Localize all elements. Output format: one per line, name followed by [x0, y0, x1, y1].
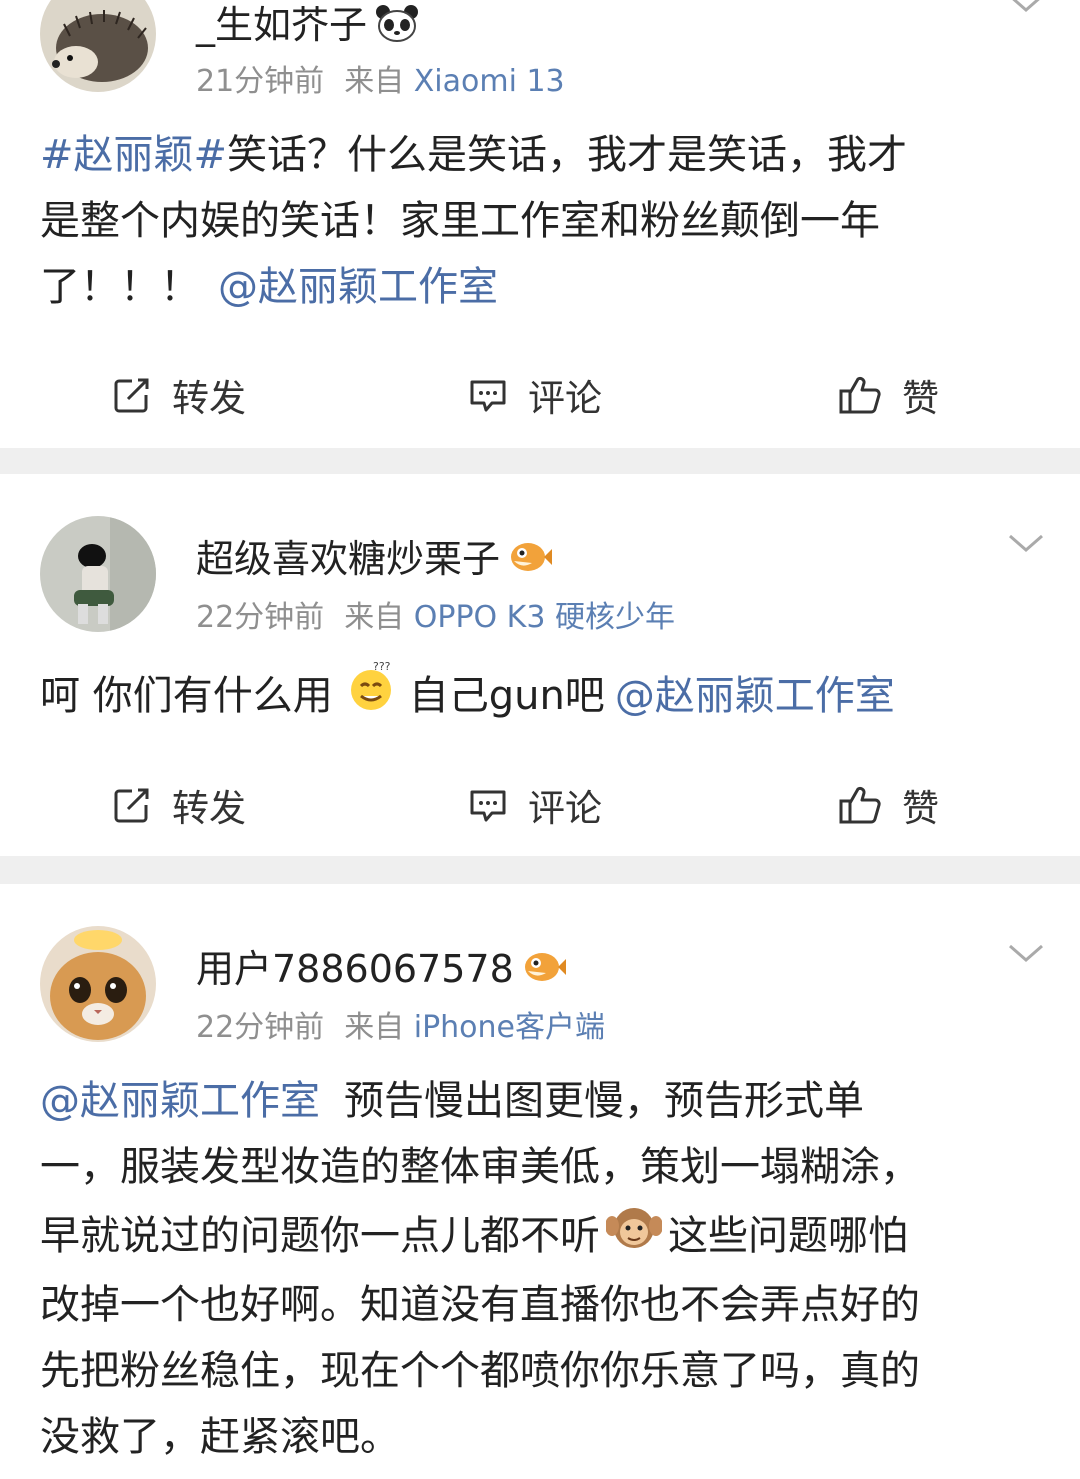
panda-icon [375, 3, 419, 52]
repost-button[interactable]: 转发 [112, 770, 246, 840]
chevron-down-icon[interactable] [1006, 942, 1046, 966]
comment-icon [470, 790, 506, 822]
thumbs-up-icon [839, 376, 881, 414]
like-button[interactable]: 赞 [838, 360, 939, 430]
monkey-cover-ears-emoji [605, 1200, 663, 1272]
mention-link[interactable]: @赵丽颖工作室 [40, 1078, 320, 1124]
post-source[interactable]: iPhone客户端 [414, 1010, 605, 1045]
avatar[interactable] [40, 926, 156, 1042]
post-text: 呵 你们有什么用 ??? 自己gun吧 @赵丽颖工作室 [40, 660, 1040, 732]
dizzy-smile-emoji: ??? [345, 660, 397, 732]
post-time: 21分钟前 [196, 64, 325, 99]
source-prefix: 来自 [344, 1010, 405, 1045]
repost-button[interactable]: 转发 [112, 360, 246, 430]
comment-button[interactable]: 评论 [468, 770, 602, 840]
chevron-down-icon[interactable] [1006, 0, 1046, 16]
post-time: 22分钟前 [196, 1010, 325, 1045]
action-bar: 转发 评论 赞 [0, 360, 1080, 430]
thumbs-up-icon [839, 786, 881, 824]
share-icon [114, 378, 149, 413]
post-meta: 22分钟前 来自 iPhone客户端 [196, 1002, 605, 1046]
comment-icon [470, 380, 506, 412]
avatar[interactable] [40, 0, 156, 92]
post-source[interactable]: OPPO K3 硬核少年 [414, 600, 675, 635]
like-button[interactable]: 赞 [838, 770, 939, 840]
comment-button[interactable]: 评论 [468, 360, 602, 430]
source-prefix: 来自 [344, 64, 405, 99]
mention-link[interactable]: @赵丽颖工作室 [218, 264, 498, 310]
post-meta: 21分钟前 来自 Xiaomi 13 [196, 56, 565, 100]
post-meta: 22分钟前 来自 OPPO K3 硬核少年 [196, 592, 675, 636]
post-source[interactable]: Xiaomi 13 [414, 64, 565, 99]
pufferfish-icon [508, 539, 553, 584]
share-icon [114, 788, 149, 823]
avatar[interactable] [40, 516, 156, 632]
hashtag-link[interactable]: #赵丽颖# [40, 132, 227, 178]
post-text: @赵丽颖工作室 预告慢出图更慢，预告形式单 一，服装发型妆造的整体审美低，策划一塌… [40, 1078, 920, 1460]
post-card: 超级喜欢糖炒栗子 22分钟前 来自 OPPO K3 硬核少年 呵 你们有什么用 ?… [0, 474, 1080, 856]
svg-text:???: ??? [373, 660, 391, 673]
post-card: 用户7886067578 22分钟前 来自 iPhone客户端 @赵丽颖工作室 预告… [0, 884, 1080, 1479]
mention-link[interactable]: @赵丽颖工作室 [615, 663, 895, 729]
username[interactable]: 用户7886067578 [196, 938, 566, 994]
pufferfish-icon [522, 949, 566, 994]
post-time: 22分钟前 [196, 600, 325, 635]
post-card: _生如芥子 21分钟前 来自 Xiaomi 13 #赵丽颖#笑话？什么是笑话，我才… [0, 0, 1080, 448]
username[interactable]: _生如芥子 [196, 0, 419, 52]
post-text: #赵丽颖#笑话？什么是笑话，我才是笑话，我才 是整个内娱的笑话！家里工作室和粉丝… [40, 132, 908, 310]
username[interactable]: 超级喜欢糖炒栗子 [196, 528, 553, 584]
post-separator [0, 448, 1080, 474]
source-prefix: 来自 [344, 600, 405, 635]
chevron-down-icon[interactable] [1006, 532, 1046, 556]
post-separator [0, 856, 1080, 884]
action-bar: 转发 评论 赞 [0, 770, 1080, 840]
